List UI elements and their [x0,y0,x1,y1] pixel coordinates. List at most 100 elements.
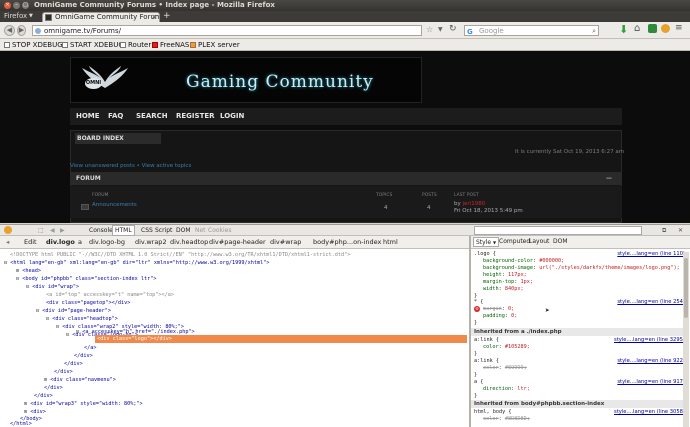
css-property[interactable]: background-color: #000000; [483,258,564,265]
collapse-icon[interactable]: ⊟ [76,329,79,335]
bookmark-item[interactable]: Router [120,39,151,51]
bookmark-item[interactable]: START XDEBUG [62,39,124,51]
tab-forum[interactable]: OmniGame Community Forum... × [42,12,160,22]
crumb-item[interactable]: div.wrap2 [135,236,167,248]
css-property[interactable]: padding: 0; [483,313,517,320]
tab-html[interactable]: HTML [112,225,135,236]
crumb-item[interactable]: div.headtop [170,236,208,248]
nav-search[interactable]: SEARCH [136,108,168,125]
style-scrollbar[interactable] [683,252,689,427]
tree-line[interactable]: ⊞ <div id="wrap3" style="width: 80%;"> [24,400,143,408]
expand-icon[interactable]: ⊞ [44,377,47,383]
edit-button[interactable]: Edit [24,236,37,248]
inspect-icon[interactable]: ⬚ [38,225,44,236]
close-icon[interactable]: ✕ [678,225,683,236]
back-arrow-icon[interactable]: ◀ [50,225,55,236]
crumb-item[interactable]: div.logo [46,236,75,248]
collapse-icon[interactable]: — [606,172,612,185]
tree-line[interactable]: ⊟ <div id="page-header"> [36,307,111,315]
firebug-icon[interactable] [661,24,670,33]
tree-line[interactable]: </div> [74,352,93,360]
rule-source-link[interactable]: style....lang=en (line 3058) [614,409,685,416]
download-icon[interactable]: ⬇ [619,23,628,36]
tab-console[interactable]: Console [89,225,113,236]
bookmark-item[interactable]: FreeNAS [152,39,189,51]
maximize-icon[interactable]: □ [22,2,29,9]
collapse-icon[interactable]: ⊟ [36,308,39,314]
search-icon[interactable]: ⌕ [592,26,596,36]
tree-line[interactable]: ⊟ <div class="headtop"> [46,315,118,323]
collapse-icon[interactable]: ⊟ [66,332,69,338]
rule-source-link[interactable]: style....lang=en (line 922) [617,358,685,365]
extension-icon[interactable] [648,24,657,33]
board-index-link[interactable]: BOARD INDEX [75,133,161,144]
css-property[interactable]: color: #105289; [483,344,530,351]
expand-icon[interactable]: ⊞ [24,409,27,415]
tree-line[interactable]: ⊞ <div> [24,408,46,416]
css-property[interactable]: margin-top: 1px; [483,279,533,286]
scrollbar-thumb[interactable] [684,258,688,318]
css-property[interactable]: background-image: url("./styles/darkfx/t… [483,265,680,272]
menu-icon[interactable]: ≡ [675,23,683,33]
tab-layout[interactable]: Layout [527,237,551,247]
forward-button[interactable]: ▶ [17,25,26,36]
tree-line[interactable]: </html> [10,421,32,427]
nav-faq[interactable]: FAQ [108,108,123,125]
crumb-item[interactable]: div.logo-bg [89,236,125,248]
firebug-search-input[interactable] [474,226,642,235]
nav-register[interactable]: REGISTER [176,108,215,125]
collapse-icon[interactable]: ⊟ [46,316,49,322]
crumb-item[interactable]: div#wrap [270,236,301,248]
chevron-down-icon[interactable]: ▼ [29,11,33,22]
close-icon[interactable]: × [151,13,157,22]
rule-source-link[interactable]: style....lang=en (line 254) [617,299,685,306]
reload-icon[interactable]: ↻ [449,24,457,34]
home-icon[interactable]: ⌂ [634,23,640,34]
crumb-item[interactable]: html [383,236,398,248]
tab-net[interactable]: Net [195,225,206,236]
rule-source-link[interactable]: style....lang=en (line 3295) [614,337,685,344]
tree-line[interactable]: ⊞ <head> [16,267,41,275]
collapse-icon[interactable]: ⊟ [4,260,7,266]
nav-home[interactable]: HOME [76,108,100,125]
bookmark-item[interactable]: STOP XDEBUG [4,39,63,51]
css-property[interactable]: margin: 0; [483,306,514,313]
new-tab-button[interactable]: + [163,11,171,22]
unanswered-links[interactable]: View unanswered posts • View active topi… [70,163,191,169]
tab-style[interactable]: Style ▼ [473,237,500,247]
firebug-bug-icon[interactable] [4,226,12,234]
tab-cookies[interactable]: Cookies [208,225,232,236]
css-property[interactable]: height: 117px; [483,272,527,279]
tab-css[interactable]: CSS [141,225,153,236]
crumb-item[interactable]: a [78,236,82,248]
selected-tree-line[interactable]: <div class="logo"></div> [95,335,467,343]
site-banner[interactable]: OMNI Gaming Community [70,57,422,103]
left-arrow-icon[interactable]: ◂ [6,236,9,248]
rule-source-link[interactable]: style....lang=en (line 110) [617,251,685,258]
tab-dom-side[interactable]: DOM [551,237,570,247]
tree-line[interactable]: </div> [44,384,63,392]
tree-line[interactable]: <div class="pagetop"></div> [46,299,130,307]
tree-line[interactable]: <a id="top" accesskey="t" name="top"></a… [46,291,174,299]
collapse-icon[interactable]: ⊟ [26,284,29,290]
css-property[interactable]: direction: ltr; [483,386,530,393]
disabled-icon[interactable]: ⊘ [474,306,480,312]
rule-source-link[interactable]: style....lang=en (line 917) [617,379,685,386]
detach-icon[interactable]: ⧉ [662,225,666,236]
tree-line[interactable]: ⊞ <div class="navmenu"> [44,376,116,384]
url-bar[interactable]: omnigame.tv/Forums/ [32,25,422,36]
nav-login[interactable]: LOGIN [220,108,244,125]
forward-arrow-icon[interactable]: ▶ [60,225,65,236]
bookmark-item[interactable]: PLEX server [190,39,240,51]
crumb-item[interactable]: div#page-header [209,236,266,248]
tree-line[interactable]: ⊟ <div id="wrap"> [26,283,79,291]
tree-line[interactable]: </a> [84,344,97,352]
firefox-menu[interactable]: Firefox [4,11,27,22]
expand-icon[interactable]: ⊞ [16,268,19,274]
expand-icon[interactable]: ⊞ [24,401,27,407]
minimize-icon[interactable]: – [13,2,20,9]
tab-dom[interactable]: DOM [176,225,191,236]
css-property[interactable]: width: 840px; [483,286,524,293]
forum-name-link[interactable]: Announcements [92,202,137,208]
tab-script[interactable]: Script [155,225,172,236]
